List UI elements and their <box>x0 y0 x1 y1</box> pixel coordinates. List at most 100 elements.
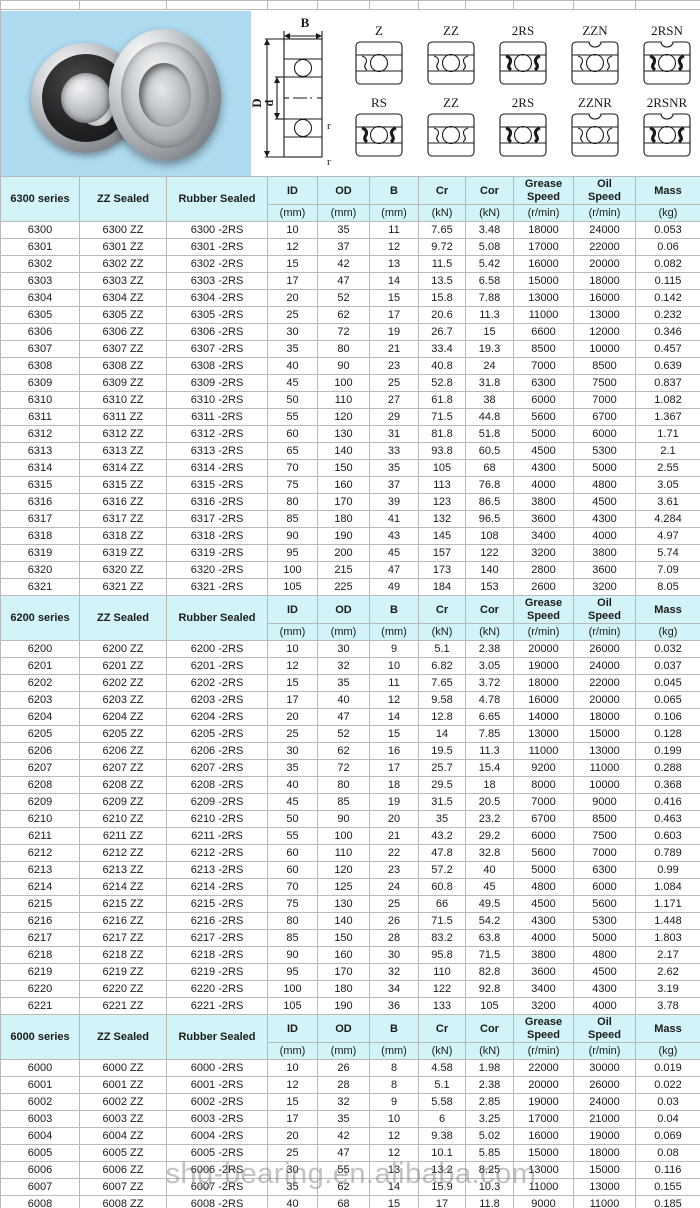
cell-zz-sealed: 6313 ZZ <box>79 442 167 460</box>
cell-id: 10 <box>267 640 318 658</box>
cell-grease-speed: 18000 <box>513 221 574 239</box>
cell-grease-speed: 4300 <box>513 912 574 930</box>
cell-cor: 6.65 <box>465 708 514 726</box>
cell-oil-speed: 19000 <box>573 1127 636 1145</box>
cell-oil-speed: 21000 <box>573 1110 636 1128</box>
cell-mass: 4.284 <box>635 510 700 528</box>
cell-base-number: 6200 <box>0 640 80 658</box>
cell-oil-speed: 26000 <box>573 1076 636 1094</box>
cell-base-number: 6303 <box>0 272 80 290</box>
cell-zz-sealed: 6005 ZZ <box>79 1144 167 1162</box>
cell-rubber-sealed: 6216 -2RS <box>166 912 268 930</box>
column-header-grease-speed: Grease Speed <box>513 1014 574 1043</box>
cell-rubber-sealed: 6007 -2RS <box>166 1178 268 1196</box>
cell-b: 24 <box>369 878 419 896</box>
cell-grease-speed: 13000 <box>513 289 574 307</box>
cell-cor: 3.72 <box>465 674 514 692</box>
cell-id: 20 <box>267 1127 318 1145</box>
cell-grease-speed: 4300 <box>513 459 574 477</box>
cell-cor: 76.8 <box>465 476 514 494</box>
cell-b: 12 <box>369 238 419 256</box>
column-header-oil-speed: Oil Speed <box>573 595 636 624</box>
table-row: 6209 6209 ZZ 6209 -2RS 45 85 19 31.5 20.5 7000 90… <box>0 793 700 811</box>
cell-base-number: 6208 <box>0 776 80 794</box>
cell-mass: 0.199 <box>635 742 700 760</box>
cell-cr: 15.9 <box>418 1178 466 1196</box>
cell-base-number: 6317 <box>0 510 80 528</box>
cell-mass: 0.022 <box>635 1076 700 1094</box>
variant-label-z: Z <box>375 23 383 38</box>
cell-cr: 7.65 <box>418 221 466 239</box>
cell-oil-speed: 4300 <box>573 980 636 998</box>
cell-od: 72 <box>317 759 370 777</box>
table-row: 6303 6303 ZZ 6303 -2RS 17 47 14 13.5 6.58 15000 1… <box>0 272 700 290</box>
cell-zz-sealed: 6207 ZZ <box>79 759 167 777</box>
column-unit-b: (mm) <box>369 1042 419 1060</box>
cell-od: 28 <box>317 1076 370 1094</box>
cell-cor: 63.8 <box>465 929 514 947</box>
media-cell: B D d r r ZZZ2RSZZN2RSNRSZZ2RSZZNR2RSNR <box>0 9 700 177</box>
cell-cor: 108 <box>465 527 514 545</box>
cell-base-number: 6209 <box>0 793 80 811</box>
table-row: 6218 6218 ZZ 6218 -2RS 90 160 30 95.8 71.5 3800 4… <box>0 946 700 964</box>
cell-zz-sealed: 6200 ZZ <box>79 640 167 658</box>
cell-b: 33 <box>369 442 419 460</box>
cell-b: 9 <box>369 1093 419 1111</box>
cell-zz-sealed: 6006 ZZ <box>79 1161 167 1179</box>
cell-oil-speed: 18000 <box>573 1144 636 1162</box>
cell-zz-sealed: 6203 ZZ <box>79 691 167 709</box>
cell-rubber-sealed: 6004 -2RS <box>166 1127 268 1145</box>
column-header-id: ID <box>267 595 318 624</box>
table-row: 6207 6207 ZZ 6207 -2RS 35 72 17 25.7 15.4 9200 11… <box>0 759 700 777</box>
cell-mass: 0.99 <box>635 861 700 879</box>
cell-oil-speed: 12000 <box>573 323 636 341</box>
cell-b: 14 <box>369 272 419 290</box>
cell-rubber-sealed: 6214 -2RS <box>166 878 268 896</box>
cell-grease-speed: 9000 <box>513 1195 574 1208</box>
table-row: 6000 6000 ZZ 6000 -2RS 10 26 8 4.58 1.98 22000 30… <box>0 1059 700 1077</box>
cell-id: 40 <box>267 776 318 794</box>
cell-cor: 1.98 <box>465 1059 514 1077</box>
column-header-cr: Cr <box>418 1014 466 1043</box>
cell-base-number: 6005 <box>0 1144 80 1162</box>
cell-mass: 2.17 <box>635 946 700 964</box>
cell-oil-speed: 15000 <box>573 725 636 743</box>
cell-oil-speed: 13000 <box>573 742 636 760</box>
rubber-sealed-header: Rubber Sealed <box>166 176 268 222</box>
cell-b: 35 <box>369 459 419 477</box>
cell-id: 70 <box>267 878 318 896</box>
column-unit-mass: (kg) <box>635 204 700 222</box>
cell-rubber-sealed: 6318 -2RS <box>166 527 268 545</box>
cell-base-number: 6218 <box>0 946 80 964</box>
cell-b: 14 <box>369 708 419 726</box>
table-row: 6206 6206 ZZ 6206 -2RS 30 62 16 19.5 11.3 11000 1… <box>0 742 700 760</box>
cell-base-number: 6301 <box>0 238 80 256</box>
cell-base-number: 6311 <box>0 408 80 426</box>
table-row: 6001 6001 ZZ 6001 -2RS 12 28 8 5.1 2.38 20000 260… <box>0 1076 700 1094</box>
cell-mass: 3.05 <box>635 476 700 494</box>
cell-base-number: 6320 <box>0 561 80 579</box>
cell-b: 19 <box>369 323 419 341</box>
table-row: 6201 6201 ZZ 6201 -2RS 12 32 10 6.82 3.05 19000 2… <box>0 657 700 675</box>
variant-label-zz: ZZ <box>443 95 459 110</box>
cell-zz-sealed: 6007 ZZ <box>79 1178 167 1196</box>
table-row: 6212 6212 ZZ 6212 -2RS 60 110 22 47.8 32.8 5600 7… <box>0 844 700 862</box>
cell-base-number: 6308 <box>0 357 80 375</box>
cell-cr: 113 <box>418 476 466 494</box>
cell-id: 75 <box>267 895 318 913</box>
cell-base-number: 6201 <box>0 657 80 675</box>
spacer-cell <box>79 0 167 10</box>
cell-id: 100 <box>267 561 318 579</box>
cell-id: 100 <box>267 980 318 998</box>
cell-grease-speed: 15000 <box>513 1144 574 1162</box>
cell-base-number: 6305 <box>0 306 80 324</box>
bearing-spec-table: B D d r r ZZZ2RSZZN2RSNRSZZ2RSZZNR2RSNR <box>0 0 700 1208</box>
column-header-mass: Mass <box>635 176 700 205</box>
column-header-cor: Cor <box>465 1014 514 1043</box>
cell-grease-speed: 5600 <box>513 844 574 862</box>
variant-box-2rs <box>499 112 547 157</box>
cell-id: 80 <box>267 912 318 930</box>
cell-rubber-sealed: 6002 -2RS <box>166 1093 268 1111</box>
cell-zz-sealed: 6209 ZZ <box>79 793 167 811</box>
cell-rubber-sealed: 6301 -2RS <box>166 238 268 256</box>
